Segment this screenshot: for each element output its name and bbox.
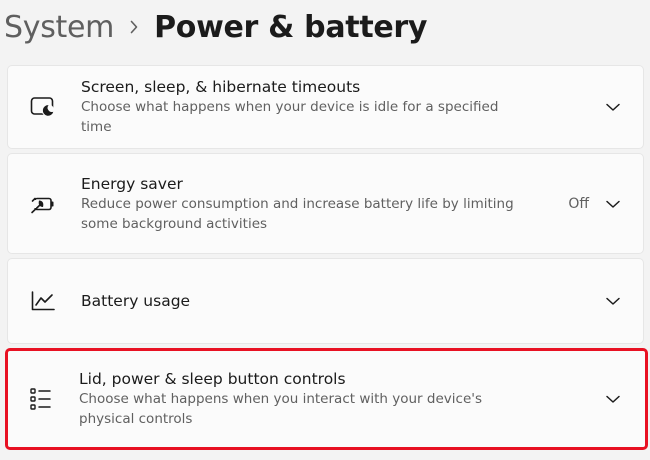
chevron-down-icon[interactable] xyxy=(601,289,625,313)
page-title: Power & battery xyxy=(154,9,428,45)
chevron-down-icon[interactable] xyxy=(601,95,625,119)
setting-description: Reduce power consumption and increase ba… xyxy=(81,195,514,232)
energy-saver-icon xyxy=(28,189,58,219)
chevron-down-icon[interactable] xyxy=(601,192,625,216)
setting-lid-power-sleep-controls[interactable]: Lid, power & sleep button controls Choos… xyxy=(5,348,648,450)
setting-title: Battery usage xyxy=(81,292,191,310)
setting-title: Energy saver xyxy=(81,174,183,193)
energy-saver-status: Off xyxy=(568,195,589,212)
setting-title: Screen, sleep, & hibernate timeouts xyxy=(81,78,361,96)
setting-battery-usage[interactable]: Battery usage xyxy=(7,258,644,344)
list-controls-icon xyxy=(26,384,56,414)
chevron-right-icon xyxy=(114,4,154,50)
setting-title: Lid, power & sleep button controls xyxy=(79,370,346,388)
setting-screen-sleep-timeouts[interactable]: Screen, sleep, & hibernate timeouts Choo… xyxy=(7,65,644,149)
screen-sleep-icon xyxy=(28,92,58,122)
setting-description: Choose what happens when you interact wi… xyxy=(79,391,482,427)
battery-usage-icon xyxy=(28,286,58,316)
breadcrumb: System Power & battery xyxy=(4,4,427,50)
setting-energy-saver[interactable]: Energy saver Reduce power consumption an… xyxy=(7,153,644,254)
setting-description: Choose what happens when your device is … xyxy=(81,99,499,135)
chevron-down-icon[interactable] xyxy=(601,387,625,411)
breadcrumb-system-link[interactable]: System xyxy=(4,10,114,45)
